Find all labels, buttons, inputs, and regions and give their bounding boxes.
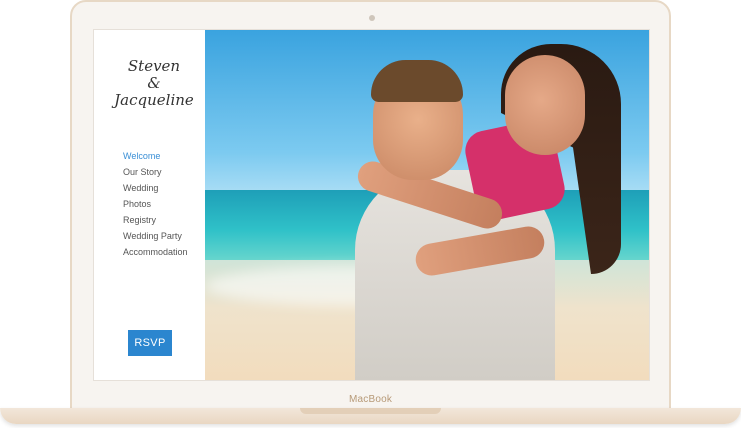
rsvp-button[interactable]: RSVP	[128, 330, 172, 356]
nav-photos[interactable]: Photos	[123, 196, 188, 212]
laptop-notch	[300, 408, 441, 414]
nav-wedding[interactable]: Wedding	[123, 180, 188, 196]
hero-photo	[205, 30, 649, 380]
nav-our-story[interactable]: Our Story	[123, 164, 188, 180]
nav-accommodation[interactable]: Accommodation	[123, 244, 188, 260]
brand-name-1: Steven	[127, 57, 181, 75]
camera-icon	[369, 15, 375, 21]
hero-woman-face	[505, 55, 585, 155]
nav-wedding-party[interactable]: Wedding Party	[123, 228, 188, 244]
site-logo[interactable]: Steven & Jacqueline	[108, 58, 200, 109]
laptop-lid: Steven & Jacqueline Welcome Our Story We…	[70, 0, 671, 412]
hero-man-hair	[371, 60, 463, 102]
brand-ampersand: &	[147, 74, 161, 92]
site-sidebar: Steven & Jacqueline Welcome Our Story We…	[94, 30, 205, 380]
laptop-brand-label: MacBook	[348, 394, 393, 405]
laptop-base	[0, 408, 741, 424]
brand-name-2: Jacqueline	[114, 91, 194, 109]
nav-registry[interactable]: Registry	[123, 212, 188, 228]
laptop-screen: Steven & Jacqueline Welcome Our Story We…	[94, 30, 649, 380]
site-nav: Welcome Our Story Wedding Photos Registr…	[123, 148, 188, 260]
nav-welcome[interactable]: Welcome	[123, 148, 188, 164]
